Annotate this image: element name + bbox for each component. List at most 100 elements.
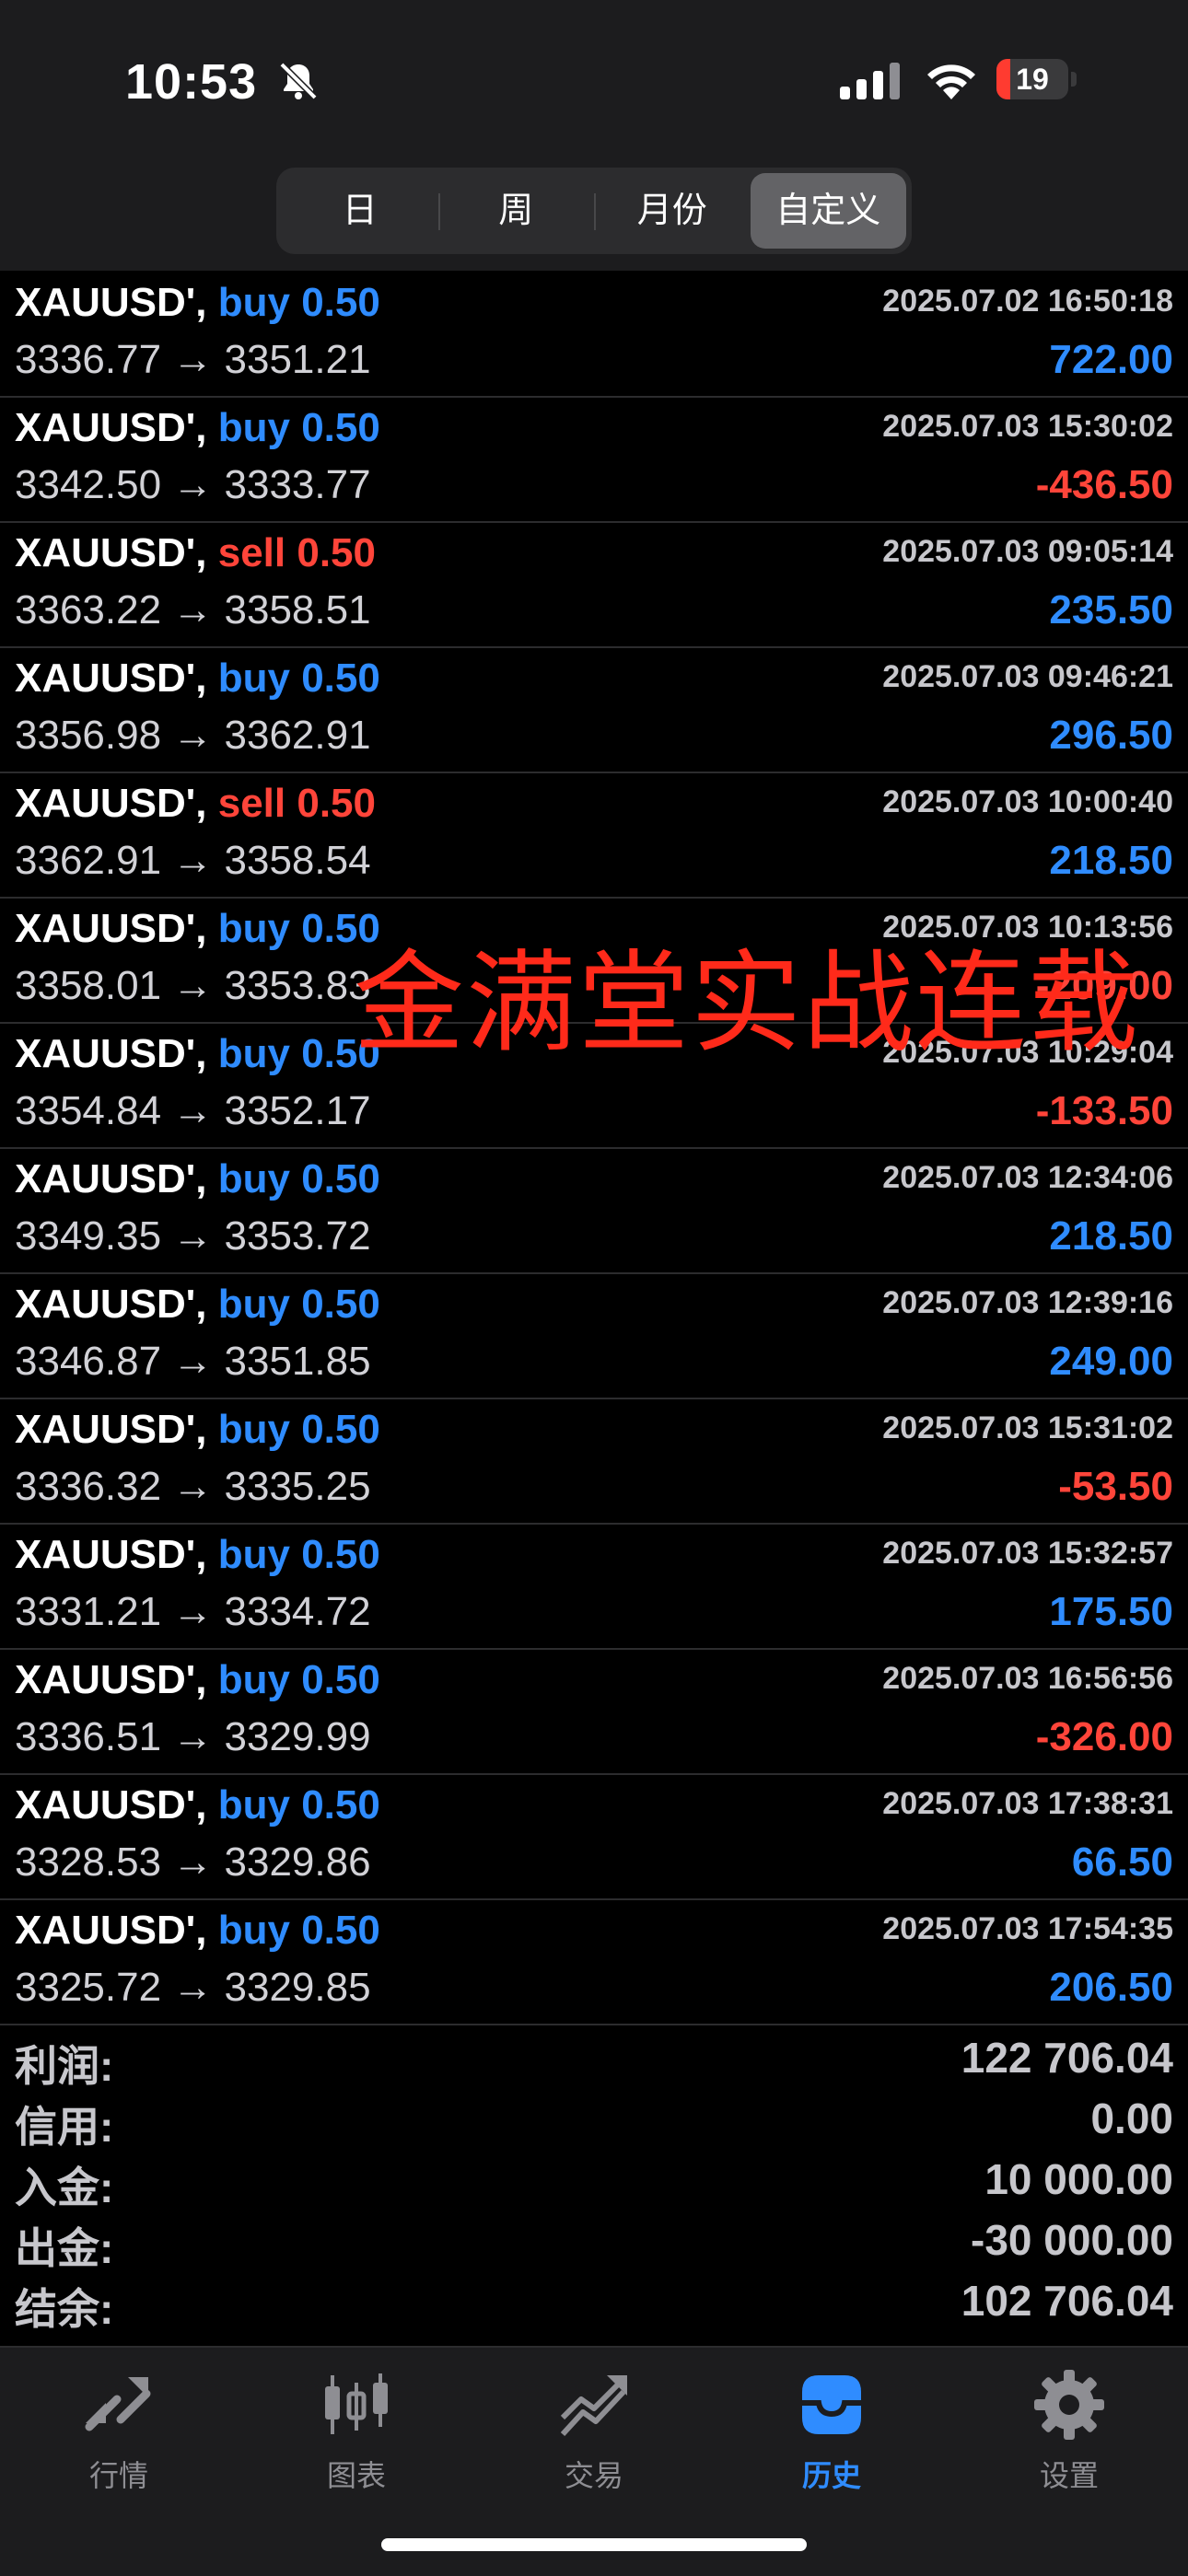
deal-datetime: 2025.07.03 09:05:14: [882, 534, 1173, 569]
deal-volume: 0.50: [301, 405, 380, 450]
tab-label: 行情: [88, 2459, 148, 2492]
deal-datetime: 2025.07.03 15:31:02: [882, 1410, 1173, 1445]
deal-prices: 3336.32 → 3335.25: [15, 1464, 371, 1509]
deal-side: buy: [217, 1282, 290, 1327]
deal-symbol: XAUUSD', buy 0.50: [15, 1908, 380, 1954]
deal-symbol: XAUUSD', buy 0.50: [15, 906, 380, 952]
summary-row-profit: 利润: 122 706.04: [0, 2025, 1188, 2090]
deal-symbol: XAUUSD', sell 0.50: [15, 530, 376, 576]
deal-symbol-text: XAUUSD',: [15, 1657, 207, 1702]
tab-trade[interactable]: 交易: [475, 2366, 713, 2513]
deal-symbol-text: XAUUSD',: [15, 1908, 207, 1953]
deal-profit: -326.00: [1035, 1714, 1173, 1759]
summary-value: 10 000.00: [984, 2155, 1173, 2203]
deal-side: buy: [217, 280, 290, 325]
period-tab-week[interactable]: 周: [437, 173, 595, 249]
deal-profit: 249.00: [1049, 1339, 1173, 1384]
battery-indicator: 19: [996, 59, 1077, 99]
tab-history[interactable]: 历史: [713, 2366, 950, 2513]
status-time: 10:53: [125, 54, 258, 110]
deal-volume: 0.50: [301, 656, 380, 701]
tab-label: 设置: [1039, 2459, 1099, 2492]
summary-value: 102 706.04: [961, 2277, 1173, 2325]
deal-row[interactable]: XAUUSD', buy 0.50 2025.07.03 17:38:31 3328…: [0, 1775, 1188, 1900]
deal-row[interactable]: XAUUSD', buy 0.50 2025.07.03 16:56:56 3336…: [0, 1650, 1188, 1775]
deal-prices: 3328.53 → 3329.86: [15, 1839, 371, 1885]
deal-symbol-text: XAUUSD',: [15, 1782, 207, 1828]
deal-row[interactable]: XAUUSD', buy 0.50 2025.07.03 15:31:02 3336…: [0, 1399, 1188, 1525]
summary-row-withdrawal: 出金: -30 000.00: [0, 2208, 1188, 2272]
deal-side: buy: [217, 1031, 290, 1076]
deal-row[interactable]: XAUUSD', sell 0.50 2025.07.03 09:05:14 336…: [0, 523, 1188, 648]
tab-settings[interactable]: 设置: [950, 2366, 1188, 2513]
deal-side: buy: [217, 1657, 290, 1702]
period-tab-month[interactable]: 月份: [594, 173, 751, 249]
trade-icon: [560, 2375, 627, 2437]
deal-row[interactable]: XAUUSD', buy 0.50 2025.07.02 16:50:18 3336…: [0, 273, 1188, 398]
deal-row[interactable]: XAUUSD', buy 0.50 2025.07.03 15:32:57 3331…: [0, 1525, 1188, 1650]
summary-row-balance: 结余: 102 706.04: [0, 2269, 1188, 2333]
wifi-icon: [927, 64, 975, 99]
period-selector: 日 周 月份 自定义: [276, 168, 912, 254]
deal-symbol-text: XAUUSD',: [15, 1407, 207, 1452]
summary-label: 入金:: [15, 2164, 114, 2211]
deal-side: sell: [217, 781, 286, 826]
deal-symbol-text: XAUUSD',: [15, 656, 207, 701]
deal-prices: 3362.91 → 3358.54: [15, 838, 371, 883]
deal-profit: 218.50: [1049, 1213, 1173, 1259]
tab-quotes[interactable]: 行情: [0, 2366, 238, 2513]
deal-symbol-text: XAUUSD',: [15, 1532, 207, 1577]
deal-datetime: 2025.07.03 15:32:57: [882, 1536, 1173, 1571]
chart-icon: [325, 2373, 388, 2434]
deal-symbol: XAUUSD', buy 0.50: [15, 1031, 380, 1077]
deal-symbol-text: XAUUSD',: [15, 280, 207, 325]
summary-row-deposit: 入金: 10 000.00: [0, 2147, 1188, 2211]
summary-value: -30 000.00: [971, 2216, 1173, 2264]
deal-prices: 3331.21 → 3334.72: [15, 1589, 371, 1634]
tab-label: 历史: [801, 2459, 861, 2492]
tab-label: 图表: [326, 2459, 386, 2492]
deal-volume: 0.50: [301, 1908, 380, 1953]
deal-prices: 3349.35 → 3353.72: [15, 1213, 371, 1259]
deal-datetime: 2025.07.03 12:34:06: [882, 1160, 1173, 1195]
deal-row[interactable]: XAUUSD', buy 0.50 2025.07.03 17:54:35 3325…: [0, 1900, 1188, 2025]
deal-symbol: XAUUSD', buy 0.50: [15, 1782, 380, 1828]
deal-symbol: XAUUSD', buy 0.50: [15, 1532, 380, 1578]
deal-datetime: 2025.07.03 12:39:16: [882, 1285, 1173, 1320]
summary-row-credit: 信用: 0.00: [0, 2086, 1188, 2151]
deal-symbol: XAUUSD', buy 0.50: [15, 1156, 380, 1202]
watermark-text: 金满堂实战连载: [354, 940, 1140, 1068]
deal-datetime: 2025.07.03 17:54:35: [882, 1911, 1173, 1946]
deal-symbol-text: XAUUSD',: [15, 530, 207, 575]
deal-prices: 3354.84 → 3352.17: [15, 1088, 371, 1133]
deal-side: buy: [217, 1532, 290, 1577]
deal-volume: 0.50: [301, 1156, 380, 1201]
deal-symbol-text: XAUUSD',: [15, 1156, 207, 1201]
deal-side: sell: [217, 530, 286, 575]
deal-datetime: 2025.07.03 16:56:56: [882, 1661, 1173, 1696]
deal-datetime: 2025.07.03 17:38:31: [882, 1786, 1173, 1821]
summary-label: 结余:: [15, 2285, 114, 2333]
deal-row[interactable]: XAUUSD', buy 0.50 2025.07.03 15:30:02 3342…: [0, 398, 1188, 523]
period-tab-day[interactable]: 日: [282, 173, 438, 249]
deal-row[interactable]: XAUUSD', sell 0.50 2025.07.03 10:00:40 336…: [0, 773, 1188, 899]
history-icon: [802, 2375, 861, 2434]
period-tab-custom[interactable]: 自定义: [750, 173, 906, 249]
deal-prices: 3336.51 → 3329.99: [15, 1714, 371, 1759]
deal-row[interactable]: XAUUSD', buy 0.50 2025.07.03 12:34:06 3349…: [0, 1149, 1188, 1274]
deal-row[interactable]: XAUUSD', buy 0.50 2025.07.03 09:46:21 3356…: [0, 648, 1188, 773]
tab-charts[interactable]: 图表: [238, 2366, 475, 2513]
deal-volume: 0.50: [301, 1407, 380, 1452]
deal-datetime: 2025.07.03 15:30:02: [882, 409, 1173, 444]
deal-symbol: XAUUSD', sell 0.50: [15, 781, 376, 827]
home-indicator[interactable]: [381, 2538, 807, 2551]
header: 10:53 19 日 周 月份 自定义: [0, 0, 1188, 271]
deal-row[interactable]: XAUUSD', buy 0.50 2025.07.03 12:39:16 3346…: [0, 1274, 1188, 1399]
deal-symbol: XAUUSD', buy 0.50: [15, 405, 380, 451]
deal-volume: 0.50: [297, 781, 376, 826]
deal-volume: 0.50: [301, 1282, 380, 1327]
deal-symbol: XAUUSD', buy 0.50: [15, 1282, 380, 1328]
deal-datetime: 2025.07.02 16:50:18: [882, 284, 1173, 319]
deal-profit: 218.50: [1049, 838, 1173, 883]
deal-side: buy: [217, 405, 290, 450]
